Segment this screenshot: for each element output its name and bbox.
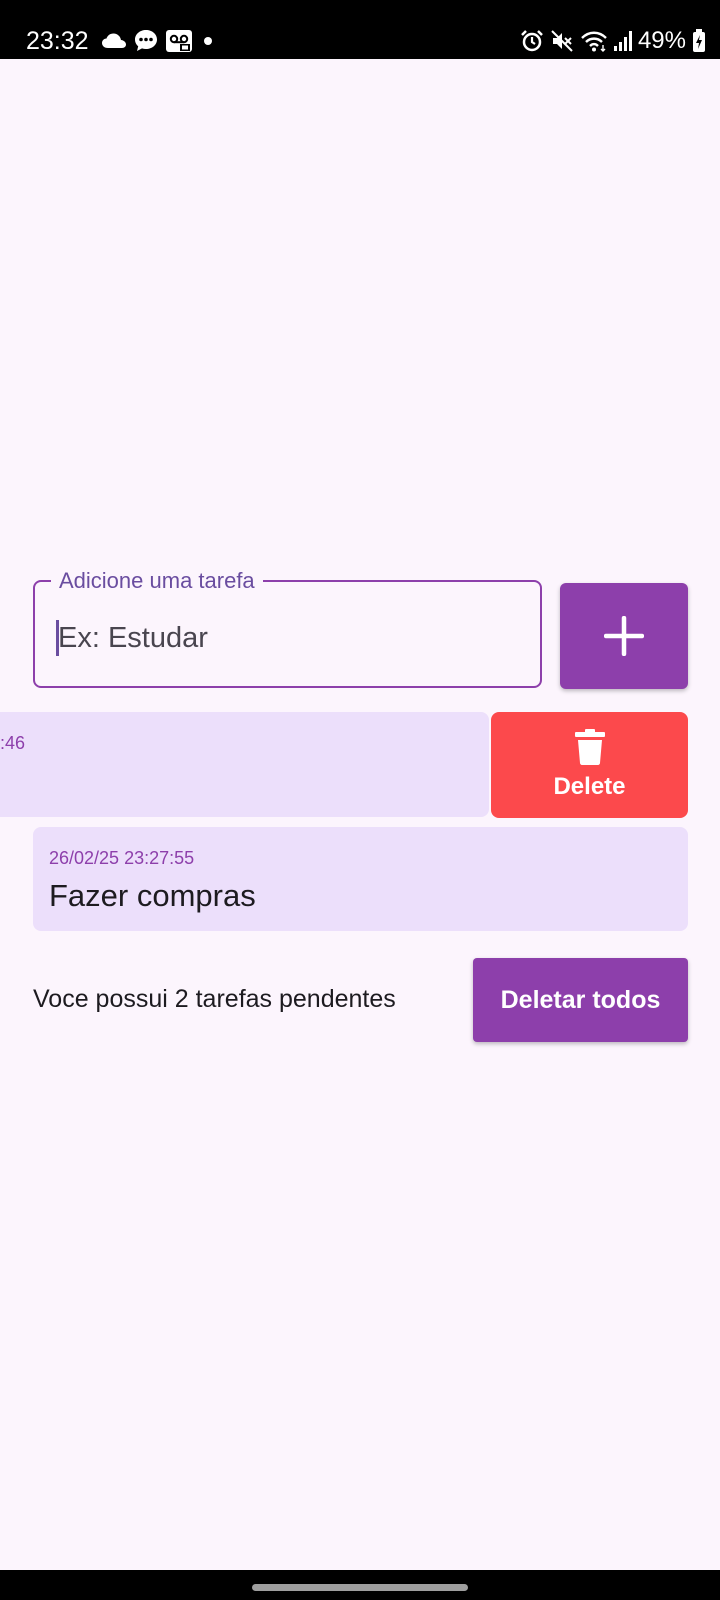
system-status-icons: 49% [520, 26, 706, 56]
battery-icon [692, 29, 706, 53]
delete-label: Delete [553, 773, 626, 800]
navigation-bar [0, 1570, 720, 1600]
task-input[interactable]: Adicione uma tarefa Ex: Estudar [33, 568, 542, 688]
signal-icon [613, 30, 632, 52]
plus-icon [604, 616, 644, 656]
task-input-field[interactable]: Ex: Estudar [56, 620, 208, 656]
pending-count-text: Voce possui 2 tarefas pendentes [33, 985, 396, 1013]
home-gesture-handle[interactable] [252, 1584, 468, 1591]
status-bar: 23:32 49% [0, 0, 720, 59]
task-card[interactable]: 26/02/25 23:27:55 Fazer compras [33, 827, 688, 931]
task-card-swiped[interactable]: :46 [0, 712, 489, 817]
task-input-placeholder: Ex: Estudar [58, 622, 208, 654]
status-time: 23:32 [26, 27, 89, 55]
voicemail-icon [166, 29, 192, 53]
chat-icon [134, 29, 158, 53]
alarm-icon [520, 29, 544, 53]
task-date: 26/02/25 23:27:55 [49, 848, 195, 868]
trash-icon [574, 729, 605, 765]
add-task-button[interactable] [560, 583, 688, 689]
delete-task-button[interactable]: Delete [491, 712, 688, 818]
task-input-label: Adicione uma tarefa [51, 568, 263, 594]
cloud-icon [102, 33, 126, 49]
notification-icons [102, 28, 216, 54]
dot-icon [200, 33, 216, 49]
task-date: :46 [0, 733, 26, 753]
battery-percentage: 49% [637, 27, 686, 54]
wifi-icon [580, 29, 608, 53]
task-title: Fazer compras [49, 878, 256, 913]
delete-all-button[interactable]: Deletar todos [473, 958, 688, 1042]
mute-icon [550, 29, 574, 53]
